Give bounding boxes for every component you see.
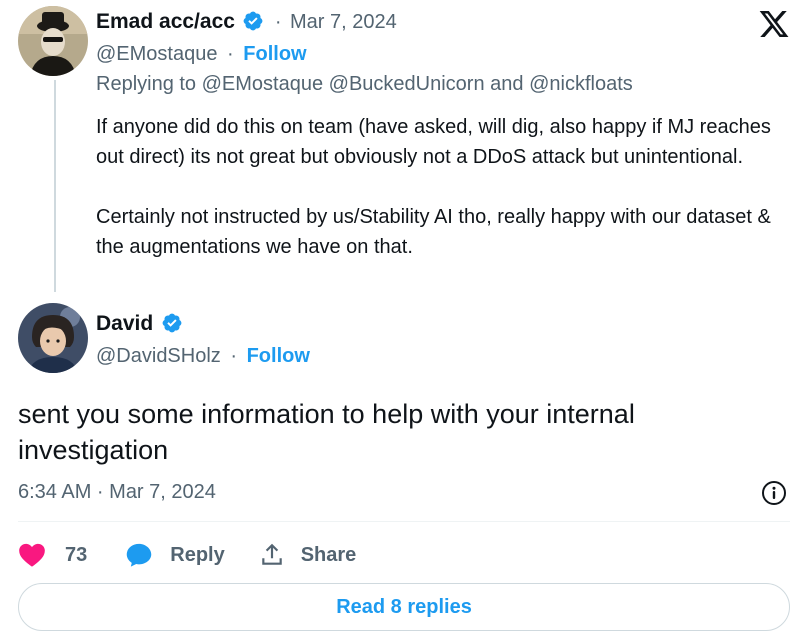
follow-button[interactable]: Follow	[247, 345, 310, 367]
reply-tweet-body: If anyone did do this on team (have aske…	[96, 112, 786, 262]
author-name[interactable]: David	[96, 312, 153, 335]
speech-bubble-icon	[125, 542, 153, 568]
reply-tweet-header: Emad acc/acc · Mar 7, 2024	[96, 10, 397, 37]
verified-badge-icon	[161, 312, 183, 339]
replying-to-prefix: Replying to	[96, 73, 197, 95]
separator-dot: ·	[227, 43, 234, 65]
verified-badge-icon	[242, 10, 264, 37]
replying-to-line: Replying to @EMostaque @BuckedUnicorn an…	[96, 73, 633, 96]
reply-label: Reply	[170, 543, 225, 566]
main-tweet-header: David	[96, 312, 183, 339]
read-replies-button[interactable]: Read 8 replies	[18, 583, 790, 631]
replying-to-handles[interactable]: @EMostaque @BuckedUnicorn	[202, 73, 485, 95]
share-upload-icon	[259, 542, 285, 568]
separator-dot: ·	[230, 345, 238, 367]
main-tweet-handle-row: @DavidSHolz · Follow	[96, 345, 310, 368]
author-handle[interactable]: @DavidSHolz	[96, 345, 221, 367]
author-name[interactable]: Emad acc/acc	[96, 10, 235, 33]
thread-connector-line	[54, 80, 56, 292]
reply-tweet-handle-row: @EMostaque · Follow	[96, 43, 307, 66]
reply-paragraph-1: If anyone did do this on team (have aske…	[96, 116, 771, 168]
share-label: Share	[300, 543, 357, 566]
like-count: 73	[65, 543, 88, 566]
emad-avatar[interactable]	[18, 6, 88, 76]
action-bar: 73 Reply Share	[18, 536, 356, 574]
divider	[18, 521, 790, 522]
replying-to-last-handle[interactable]: @nickfloats	[529, 73, 633, 95]
main-tweet-body: sent you some information to help with y…	[18, 399, 635, 465]
share-button[interactable]: Share	[259, 542, 357, 568]
david-avatar[interactable]	[18, 303, 88, 373]
tweet-date[interactable]: Mar 7, 2024	[290, 11, 397, 33]
author-handle[interactable]: @EMostaque	[96, 43, 217, 65]
reply-button[interactable]: Reply	[125, 542, 225, 568]
reply-paragraph-2: Certainly not instructed by us/Stability…	[96, 206, 771, 258]
x-logo-icon[interactable]	[757, 8, 791, 40]
info-icon[interactable]	[761, 480, 787, 506]
separator-dot: ·	[274, 11, 282, 33]
replying-to-and: and	[490, 73, 524, 95]
heart-icon	[18, 542, 46, 568]
tweet-timestamp[interactable]: 6:34 AM · Mar 7, 2024	[18, 481, 216, 504]
like-button[interactable]: 73	[18, 542, 87, 568]
follow-button[interactable]: Follow	[243, 43, 306, 65]
